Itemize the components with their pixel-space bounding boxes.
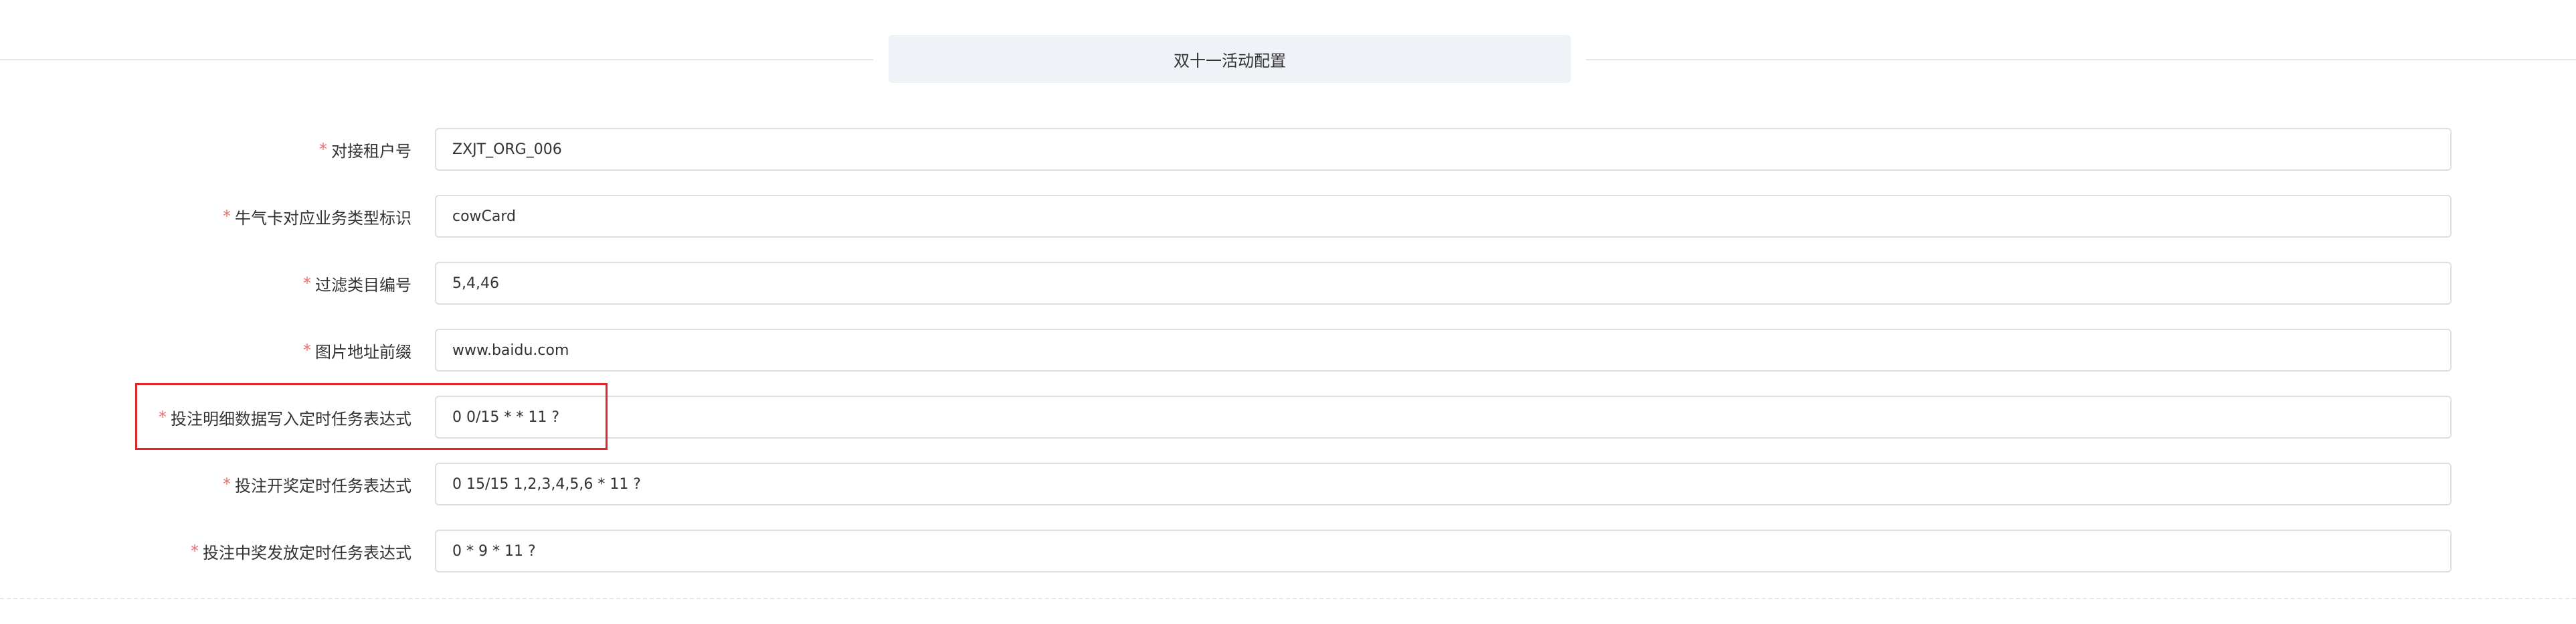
form-row-filter-category: * 过滤类目编号 (0, 262, 2576, 305)
config-page: 双十一活动配置 * 对接租户号 * 牛气卡对应业务类型标识 * 过滤类目编号 *… (0, 0, 2576, 624)
bet-draw-cron-input[interactable] (435, 463, 2452, 505)
field-label: * 投注中奖发放定时任务表达式 (191, 530, 411, 572)
tenant-id-input[interactable] (435, 128, 2452, 171)
field-label-text: 投注中奖发放定时任务表达式 (203, 543, 411, 562)
form-row-business-type: * 牛气卡对应业务类型标识 (0, 195, 2576, 238)
field-label: * 牛气卡对应业务类型标识 (223, 195, 411, 238)
image-prefix-input[interactable] (435, 329, 2452, 372)
section-divider-right (1586, 59, 2576, 60)
highlight-annotation-box (135, 383, 608, 450)
field-label-text: 图片地址前缀 (315, 342, 411, 362)
bet-detail-cron-input[interactable] (435, 396, 2452, 439)
field-label: * 图片地址前缀 (303, 329, 411, 372)
section-divider-left (0, 59, 873, 60)
section-title: 双十一活动配置 (889, 35, 1571, 83)
field-label-text: 投注开奖定时任务表达式 (235, 476, 411, 495)
business-type-input[interactable] (435, 195, 2452, 238)
required-asterisk: * (191, 542, 199, 560)
form-row-prize-payout-cron: * 投注中奖发放定时任务表达式 (0, 530, 2576, 572)
required-asterisk: * (223, 475, 231, 493)
field-label: * 对接租户号 (319, 128, 411, 171)
form-row-bet-draw-cron: * 投注开奖定时任务表达式 (0, 463, 2576, 505)
prize-payout-cron-input[interactable] (435, 530, 2452, 572)
field-label-text: 过滤类目编号 (315, 275, 411, 295)
field-label: * 过滤类目编号 (303, 262, 411, 305)
required-asterisk: * (303, 274, 311, 293)
form-row-tenant-id: * 对接租户号 (0, 128, 2576, 171)
required-asterisk: * (223, 207, 231, 226)
field-label-text: 对接租户号 (331, 141, 411, 161)
field-label: * 投注开奖定时任务表达式 (223, 463, 411, 505)
field-label-text: 牛气卡对应业务类型标识 (235, 208, 411, 228)
form-row-image-prefix: * 图片地址前缀 (0, 329, 2576, 372)
required-asterisk: * (319, 140, 327, 159)
required-asterisk: * (303, 341, 311, 360)
bottom-dashed-divider (0, 598, 2576, 599)
filter-category-input[interactable] (435, 262, 2452, 305)
